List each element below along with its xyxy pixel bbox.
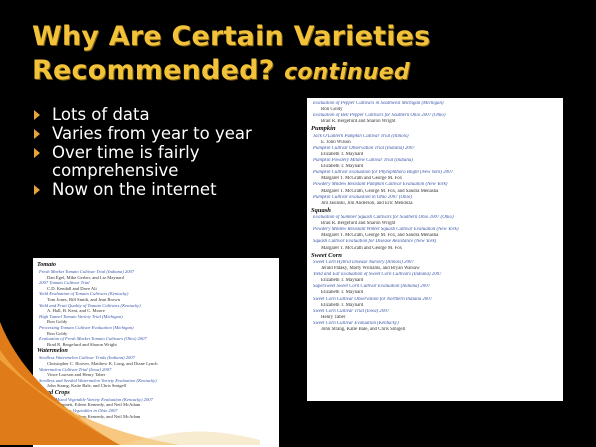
bullet-item: Now on the internet: [30, 181, 285, 199]
section-heading: Pumpkin: [311, 125, 336, 133]
bullet-text: Lots of data: [52, 105, 150, 124]
report-entry: High Tunnel Tomato Variety Trial (Michig…: [33, 314, 279, 325]
report-entry: Pumpkin Cultivar Observation Trial (Indi…: [307, 146, 563, 158]
bullet-text: Varies from year to year: [52, 124, 252, 143]
report-entry: Organic Mixed Vegetable Variety Evaluati…: [33, 397, 279, 408]
report-entry: Yield and Ear Evaluation of Sweet Corn C…: [307, 272, 563, 284]
bullet-arrow-icon: [34, 129, 40, 139]
bullet-arrow-icon: [34, 148, 40, 158]
section-heading: Watermelon: [37, 347, 68, 355]
bullet-item: Lots of data: [30, 106, 285, 124]
report-entry: Yield Evaluation of Tomato Cultivars (Ke…: [33, 291, 279, 302]
title-continued: continued: [284, 60, 410, 85]
report-entry: Squash Cultivar Evaluation for Disease R…: [307, 239, 563, 251]
bullet-text: Over time is fairly comprehensive: [52, 143, 200, 180]
trial-report-list-left: Tomato Fresh Market Tomato Cultivar Trial…: [33, 258, 279, 447]
report-entry: Pumpkin Cultivar Evaluation for Phytopht…: [307, 170, 563, 182]
title-line-2-text: Recommended?: [32, 55, 275, 86]
title-line-1: Why Are Certain Varieties: [32, 21, 431, 52]
report-entry: Evaluation of Bell Pepper Cultivars for …: [307, 113, 563, 125]
section-heading: Mixed Crops: [37, 388, 70, 396]
report-entry: Evaluation of Summer Squash Cultivars fo…: [307, 215, 563, 227]
report-entry: Sweet Corn Cultivar Evaluation (Kentucky…: [307, 321, 563, 333]
report-entry: Supersweet Sweet Corn Cultivar Evaluatio…: [307, 284, 563, 296]
bullet-arrow-icon: [34, 185, 40, 195]
report-entry: Sweet Corn Cultivar Observation for Nort…: [307, 297, 563, 309]
slide-title: Why Are Certain Varieties Recommended? c…: [32, 20, 572, 90]
report-entry: Pumpkin Powdery Mildew Cultivar Trial (I…: [307, 158, 563, 170]
report-authors: John Strang, Katie Bale, and Chris Smige…: [321, 326, 406, 332]
report-entry: Fresh Market Tomato Cultivar Trial (Indi…: [33, 269, 279, 280]
report-entry: Watermelon Cultivar Trial (Iowa) 2007 Vin…: [33, 367, 279, 378]
report-entry: Powdery Mildew Resistant Winter Squash C…: [307, 227, 563, 239]
report-entry: Jack O'Lantern Pumpkin Cultivar Trial (I…: [307, 134, 563, 146]
report-entry: Yield and Fruit Quality of Tomato Cultiv…: [33, 303, 279, 314]
report-entry: Processing Tomato Cultivar Evaluation (M…: [33, 325, 279, 336]
bullet-arrow-icon: [34, 110, 40, 120]
bullet-list: Lots of data Varies from year to year Ov…: [30, 106, 285, 200]
report-entry: Powdery Mildew Resistant Pumpkin Cultiva…: [307, 182, 563, 194]
report-entry: Seedless Watermelon Cultivar Trials (Ind…: [33, 355, 279, 366]
report-entry: Seedless and Seeded Watermelon Variety E…: [33, 378, 279, 389]
report-entry: Sweet Corn Hybrid Disease Nursery (Illin…: [307, 260, 563, 272]
report-entry: Evaluation of Fresh Market Tomato Cultiv…: [33, 336, 279, 347]
report-entry: Evaluation of Pepper Cultivars in Southw…: [307, 101, 563, 113]
trial-report-list-right: Evaluation of Pepper Cultivars in Southw…: [307, 98, 563, 401]
report-authors: Mark Bennett, Eileen Kennedy, and Neil M…: [47, 413, 141, 419]
report-entry: Trial of Heirloom Vegetables in Ohio 200…: [33, 408, 279, 419]
bullet-item: Over time is fairly comprehensive: [30, 144, 285, 180]
section-heading: Sweet Corn: [311, 251, 342, 259]
report-entry: 2007 Tomato Cultivar Trial C.D. Kendall a…: [33, 280, 279, 291]
report-entry: Pumpkin Cultivar Evaluation in Ohio 2007…: [307, 195, 563, 207]
report-entry: Sweet Corn Cultivar Trial (Iowa) 2007 Hen…: [307, 309, 563, 321]
section-heading: Tomato: [37, 261, 57, 268]
bullet-item: Varies from year to year: [30, 125, 285, 143]
bullet-text: Now on the internet: [52, 180, 217, 199]
section-heading: Squash: [311, 206, 331, 214]
title-line-2: Recommended? continued: [32, 54, 572, 90]
